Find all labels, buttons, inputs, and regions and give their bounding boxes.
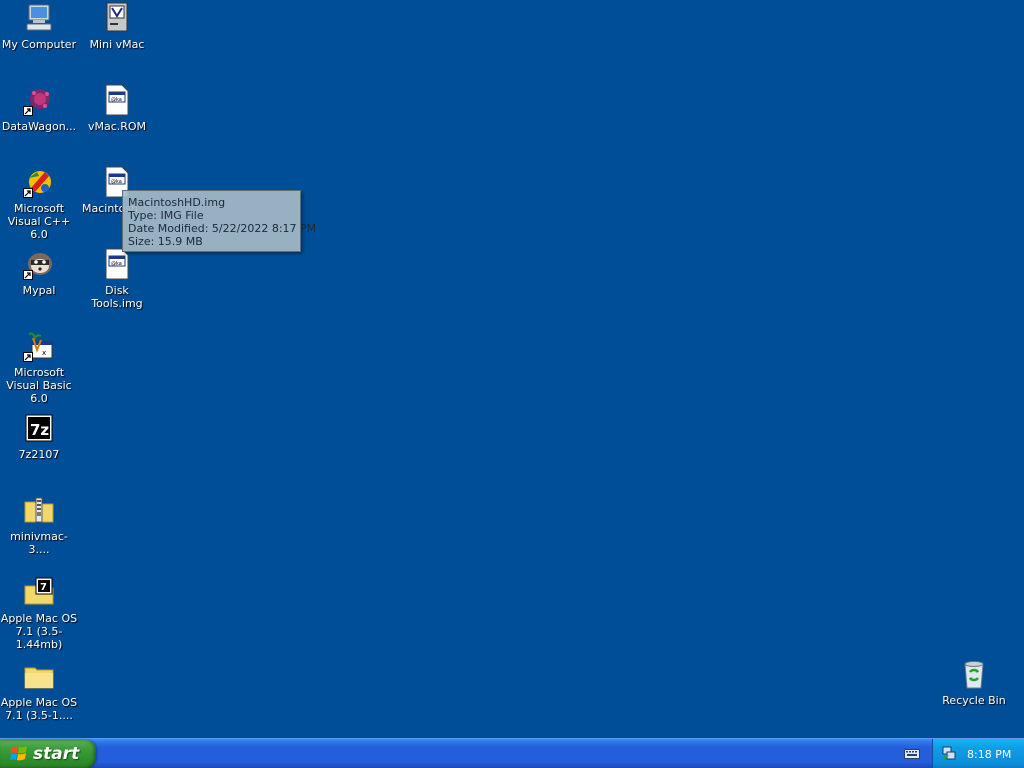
file-info-tooltip: MacintoshHD.img Type: IMG File Date Modi… xyxy=(122,190,317,252)
tooltip-type: Type: IMG File xyxy=(128,209,204,222)
mini-vmac-icon xyxy=(101,2,133,34)
7z-archive-icon: 7 xyxy=(23,576,55,608)
datawagon-icon xyxy=(23,84,55,116)
zip-folder-icon xyxy=(23,494,55,526)
visual-cpp-shortcut[interactable]: Microsoft Visual C++ 6.0 xyxy=(0,166,78,241)
svg-text:7: 7 xyxy=(40,582,47,593)
mypal-icon xyxy=(23,248,55,280)
minivmac-zip-folder[interactable]: minivmac-3.... xyxy=(0,494,78,556)
my-computer-icon xyxy=(23,2,55,34)
tooltip-filename: MacintoshHD.img xyxy=(128,196,226,209)
windows-logo-icon xyxy=(10,745,28,763)
visual-basic-label: Microsoft Visual Basic 6.0 xyxy=(6,366,72,405)
system-tray: 8:18 PM xyxy=(932,739,1024,768)
apple-mac-os-archive-label: Apple Mac OS 7.1 (3.5-1.44mb) xyxy=(0,612,78,651)
rom-file-icon: @ka xyxy=(101,84,133,116)
visual-basic-icon: x xyxy=(23,330,55,362)
mypal-label: Mypal xyxy=(22,284,56,297)
tooltip-size: Size: 15.9 MB xyxy=(128,235,203,248)
mini-vmac-label: Mini vMac xyxy=(89,38,145,51)
folder-icon xyxy=(23,660,55,692)
visual-cpp-icon xyxy=(23,166,55,198)
apple-mac-os-folder-label: Apple Mac OS 7.1 (3.5-1.... xyxy=(0,696,78,722)
svg-text:7z: 7z xyxy=(30,421,49,439)
tooltip-date-modified: Date Modified: 5/22/2022 8:17 PM xyxy=(128,222,317,235)
shortcut-arrow-icon xyxy=(23,188,33,198)
img-file-icon: @ka xyxy=(101,248,133,280)
shortcut-arrow-icon xyxy=(23,270,33,280)
svg-text:@ka: @ka xyxy=(111,179,122,185)
svg-text:x: x xyxy=(42,349,46,357)
start-label: start xyxy=(33,744,80,764)
network-icon[interactable] xyxy=(941,745,957,764)
apple-mac-os-archive[interactable]: 7 Apple Mac OS 7.1 (3.5-1.44mb) xyxy=(0,576,78,651)
visual-cpp-label: Microsoft Visual C++ 6.0 xyxy=(7,202,71,241)
svg-text:@ka: @ka xyxy=(111,261,122,267)
mypal-shortcut[interactable]: Mypal xyxy=(0,248,78,297)
datawagon-label: DataWagon... xyxy=(1,120,77,133)
7z2107-installer[interactable]: 7z 7z2107 xyxy=(0,412,78,461)
disk-tools-label: Disk Tools.img xyxy=(91,284,143,310)
datawagon-shortcut[interactable]: DataWagon... xyxy=(0,84,78,133)
clock[interactable]: 8:18 PM xyxy=(967,748,1011,761)
visual-basic-shortcut[interactable]: x Microsoft Visual Basic 6.0 xyxy=(0,330,78,405)
start-button[interactable]: start xyxy=(0,740,96,768)
vmac-rom-label: vMac.ROM xyxy=(87,120,147,133)
apple-mac-os-folder[interactable]: Apple Mac OS 7.1 (3.5-1.... xyxy=(0,660,78,722)
shortcut-arrow-icon xyxy=(23,106,33,116)
taskbar: start 8:18 PM xyxy=(0,738,1024,768)
svg-text:@ka: @ka xyxy=(111,97,122,103)
7zip-icon: 7z xyxy=(23,412,55,444)
mini-vmac-shortcut[interactable]: Mini vMac xyxy=(78,2,156,51)
my-computer-shortcut[interactable]: My Computer xyxy=(0,2,78,51)
recycle-bin-label: Recycle Bin xyxy=(942,694,1006,707)
keyboard-icon[interactable] xyxy=(904,748,920,760)
disk-tools-img-file[interactable]: @ka Disk Tools.img xyxy=(78,248,156,310)
my-computer-label: My Computer xyxy=(1,38,77,51)
recycle-bin-icon xyxy=(958,658,990,690)
minivmac-zip-label: minivmac-3.... xyxy=(10,530,68,556)
vmac-rom-file[interactable]: @ka vMac.ROM xyxy=(78,84,156,133)
7z2107-label: 7z2107 xyxy=(18,448,60,461)
recycle-bin[interactable]: Recycle Bin xyxy=(935,658,1013,707)
shortcut-arrow-icon xyxy=(23,352,33,362)
desktop: My Computer Mini vMac DataWagon... @ka v… xyxy=(0,0,1024,738)
